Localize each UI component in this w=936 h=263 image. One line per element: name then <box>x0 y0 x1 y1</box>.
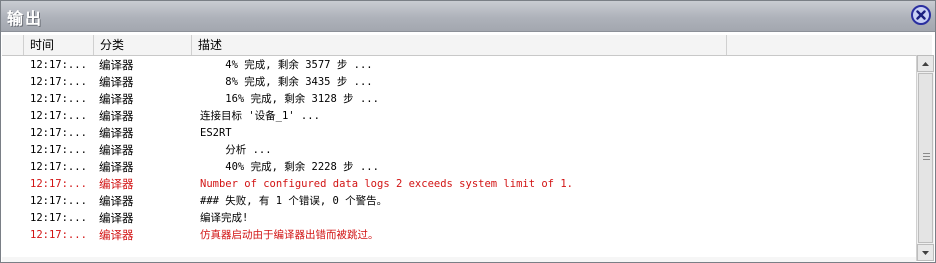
scroll-down-button[interactable] <box>917 244 934 261</box>
message-row[interactable]: 12:17:... 编译器 分析 ... <box>2 142 917 159</box>
bottom-strip <box>2 257 916 262</box>
message-row[interactable]: 12:17:... 编译器 40% 完成, 剩余 2228 步 ... <box>2 159 917 176</box>
arrow-down-icon <box>922 250 929 255</box>
close-button[interactable] <box>911 5 931 25</box>
arrow-up-icon <box>922 61 929 66</box>
header-time[interactable]: 时间 <box>24 35 94 55</box>
row-description: ### 失败, 有 1 个错误, 0 个警告。 <box>200 195 388 207</box>
row-category: 编译器 <box>99 109 134 123</box>
message-row[interactable]: 12:17:... 编译器 16% 完成, 剩余 3128 步 ... <box>2 91 917 108</box>
row-description: Number of configured data logs 2 exceeds… <box>200 178 573 190</box>
header-filler <box>727 35 932 55</box>
title-bar[interactable]: 输出 <box>1 1 935 32</box>
row-description: 连接目标 '设备_1' ... <box>200 110 320 122</box>
row-category: 编译器 <box>99 177 134 191</box>
close-icon <box>916 10 926 20</box>
row-time: 12:17:... <box>30 76 87 88</box>
message-row[interactable]: 12:17:... 编译器 编译完成! <box>2 210 917 227</box>
window-title: 输出 <box>7 9 44 28</box>
message-row[interactable]: 12:17:... 编译器 8% 完成, 剩余 3435 步 ... <box>2 74 917 91</box>
message-row[interactable]: 12:17:... 编译器 仿真器启动由于编译器出错而被跳过。 <box>2 227 917 244</box>
row-description: 40% 完成, 剩余 2228 步 ... <box>200 161 379 173</box>
message-row[interactable]: 12:17:... 编译器 连接目标 '设备_1' ... <box>2 108 917 125</box>
row-description: ES2RT <box>200 127 232 139</box>
row-description: 编译完成! <box>200 212 249 224</box>
header-description[interactable]: 描述 <box>192 35 727 55</box>
row-category: 编译器 <box>99 211 134 225</box>
message-row[interactable]: 12:17:... 编译器 ES2RT <box>2 125 917 142</box>
row-time: 12:17:... <box>30 161 87 173</box>
row-description: 4% 完成, 剩余 3577 步 ... <box>200 59 373 71</box>
row-time: 12:17:... <box>30 144 87 156</box>
output-window: 输出 时间 分类 描述 12:17:... 编译器 4% 完成, 剩余 3577 … <box>0 0 936 263</box>
row-time: 12:17:... <box>30 212 87 224</box>
row-time: 12:17:... <box>30 127 87 139</box>
header-spacer <box>2 35 24 55</box>
row-category: 编译器 <box>99 143 134 157</box>
row-category: 编译器 <box>99 194 134 208</box>
row-time: 12:17:... <box>30 93 87 105</box>
header-category[interactable]: 分类 <box>94 35 192 55</box>
row-category: 编译器 <box>99 126 134 140</box>
row-category: 编译器 <box>99 92 134 106</box>
message-list[interactable]: 12:17:... 编译器 4% 完成, 剩余 3577 步 ... 12:17:.… <box>2 57 917 257</box>
scroll-up-button[interactable] <box>917 55 934 72</box>
row-category: 编译器 <box>99 58 134 72</box>
message-row[interactable]: 12:17:... 编译器 ### 失败, 有 1 个错误, 0 个警告。 <box>2 193 917 210</box>
row-time: 12:17:... <box>30 110 87 122</box>
row-time: 12:17:... <box>30 229 87 241</box>
row-time: 12:17:... <box>30 59 87 71</box>
row-category: 编译器 <box>99 160 134 174</box>
row-description: 8% 完成, 剩余 3435 步 ... <box>200 76 373 88</box>
scroll-thumb[interactable] <box>918 73 933 243</box>
row-description: 分析 ... <box>200 144 272 156</box>
vertical-scrollbar[interactable] <box>916 55 934 261</box>
row-category: 编译器 <box>99 228 134 242</box>
message-row[interactable]: 12:17:... 编译器 Number of configured data lo… <box>2 176 917 193</box>
row-description: 仿真器启动由于编译器出错而被跳过。 <box>200 229 379 241</box>
row-category: 编译器 <box>99 75 134 89</box>
message-row[interactable]: 12:17:... 编译器 4% 完成, 剩余 3577 步 ... <box>2 57 917 74</box>
row-time: 12:17:... <box>30 195 87 207</box>
row-description: 16% 完成, 剩余 3128 步 ... <box>200 93 379 105</box>
column-header: 时间 分类 描述 <box>2 35 932 56</box>
grip-icon <box>923 153 930 161</box>
row-time: 12:17:... <box>30 178 87 190</box>
